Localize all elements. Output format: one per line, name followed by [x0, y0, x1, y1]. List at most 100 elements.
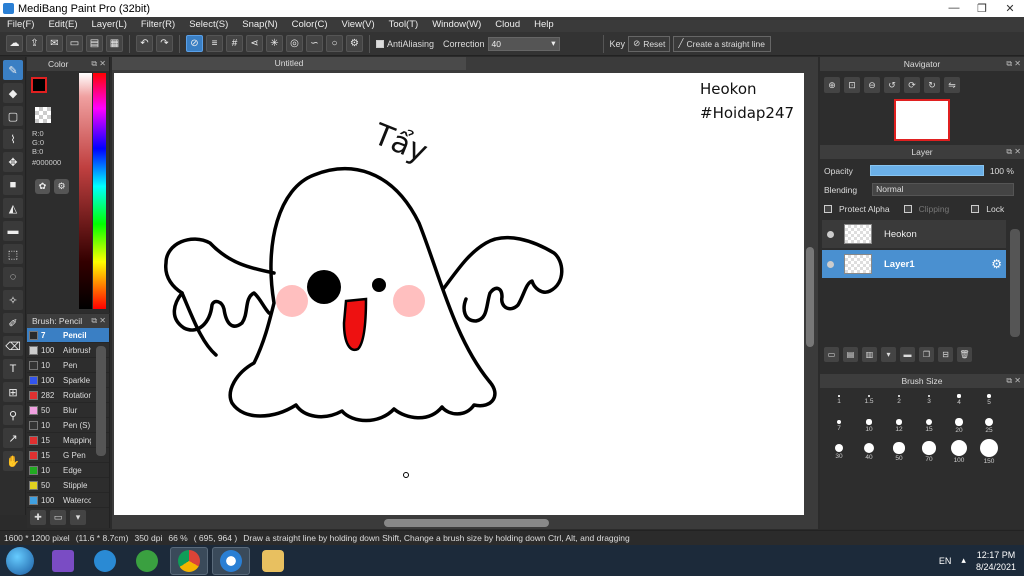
panel-close-icon[interactable]: ⧉ ✕: [91, 59, 106, 69]
flip-icon[interactable]: ⇋: [944, 77, 960, 93]
eye-icon[interactable]: [827, 260, 834, 268]
correction-select[interactable]: 40 ▾: [487, 36, 560, 51]
palette-icon[interactable]: ✿: [35, 179, 50, 194]
taskbar-internet-explorer[interactable]: [86, 547, 124, 575]
brush-size-option[interactable]: 10: [854, 413, 884, 439]
new-layer-icon[interactable]: ▭: [824, 347, 839, 362]
brush-size-option[interactable]: 5: [974, 387, 1004, 413]
panel-close-icon[interactable]: ⧉ ✕: [1006, 59, 1021, 69]
menu-window[interactable]: Window(W): [425, 19, 488, 30]
rotate-right-icon[interactable]: ↻: [924, 77, 940, 93]
maximize-button[interactable]: ❐: [968, 2, 996, 15]
redo-icon[interactable]: ↷: [156, 35, 173, 52]
clipping-checkbox[interactable]: [903, 205, 912, 213]
color-settings-icon[interactable]: ⚙: [54, 179, 69, 194]
eye-icon[interactable]: [827, 230, 834, 238]
menu-view[interactable]: View(V): [335, 19, 382, 30]
brush-file-icon[interactable]: ▭: [50, 510, 66, 525]
fill-rect-tool-icon[interactable]: ■: [3, 175, 23, 195]
menu-select[interactable]: Select(S): [182, 19, 235, 30]
blending-select[interactable]: Normal: [872, 183, 1015, 196]
menu-layer[interactable]: Layer(L): [85, 19, 134, 30]
hex-value[interactable]: #000000: [32, 158, 61, 167]
straight-line-button[interactable]: ╱ Create a straight line: [673, 35, 772, 52]
tray-expand-icon[interactable]: ▴: [961, 555, 966, 566]
brush-size-option[interactable]: 70: [914, 439, 944, 465]
taskbar-medibang[interactable]: [212, 546, 250, 575]
layer-list-scrollbar[interactable]: [1010, 229, 1020, 337]
antialiasing-toggle[interactable]: AntiAliasing: [376, 39, 434, 49]
scroll-thumb[interactable]: [806, 247, 814, 347]
menu-tool[interactable]: Tool(T): [382, 19, 426, 30]
folder-icon[interactable]: ▬: [900, 347, 915, 362]
taskbar-chrome[interactable]: [170, 546, 208, 575]
layer-item-heokon[interactable]: Heokon: [822, 220, 1006, 248]
taskbar-coc-coc[interactable]: [128, 547, 166, 575]
snap-circle-icon[interactable]: ◎: [286, 35, 303, 52]
magic-wand-tool-icon[interactable]: ✧: [3, 290, 23, 310]
brush-size-option[interactable]: 2: [884, 387, 914, 413]
brush-size-option[interactable]: 12: [884, 413, 914, 439]
menu-color[interactable]: Color(C): [285, 19, 335, 30]
gradient-tool-icon[interactable]: ▬: [3, 221, 23, 241]
snap-ellipse-icon[interactable]: ○: [326, 35, 343, 52]
snap-parallel-icon[interactable]: ≡: [206, 35, 223, 52]
merge-layer-icon[interactable]: ⊟: [938, 347, 953, 362]
cloud-icon[interactable]: ☁: [6, 35, 23, 52]
windows-start-icon[interactable]: [6, 546, 34, 575]
brush-item[interactable]: 50 Stipple: [27, 478, 109, 493]
snap-grid-icon[interactable]: #: [226, 35, 243, 52]
brush-size-option[interactable]: 40: [854, 439, 884, 465]
taskbar-paint[interactable]: [254, 547, 292, 575]
reset-button[interactable]: ⊘ Reset: [628, 35, 671, 52]
document-tab[interactable]: Untitled: [112, 57, 466, 70]
canvas-horizontal-scrollbar[interactable]: [114, 517, 804, 529]
menu-file[interactable]: File(F): [0, 19, 41, 30]
taskbar-visual-studio[interactable]: [44, 547, 82, 575]
brush-size-option[interactable]: 1.5: [854, 387, 884, 413]
layer-item-layer1[interactable]: Layer1 ⚙: [822, 250, 1006, 278]
menu-edit[interactable]: Edit(E): [41, 19, 84, 30]
hand-tool-icon[interactable]: ✋: [3, 451, 23, 471]
snap-perspective-icon[interactable]: ⋖: [246, 35, 263, 52]
menu-filter[interactable]: Filter(R): [134, 19, 182, 30]
rotate-reset-icon[interactable]: ⟳: [904, 77, 920, 93]
brush-size-option[interactable]: 150: [974, 439, 1004, 465]
language-indicator[interactable]: EN: [939, 556, 952, 566]
zoom-out-icon[interactable]: ⊖: [864, 77, 880, 93]
duplicate-layer-icon[interactable]: ❐: [919, 347, 934, 362]
chat-icon[interactable]: ✉: [46, 35, 63, 52]
operation-tool-icon[interactable]: ↗: [3, 428, 23, 448]
minimize-button[interactable]: —: [940, 2, 968, 15]
brush-size-option[interactable]: 100: [944, 439, 974, 465]
new-8bit-layer-icon[interactable]: ▥: [862, 347, 877, 362]
close-button[interactable]: ✕: [996, 2, 1024, 15]
transparent-color-swatch[interactable]: [35, 107, 51, 123]
scroll-thumb[interactable]: [384, 519, 549, 527]
select-eraser-tool-icon[interactable]: ⌫: [3, 336, 23, 356]
brush-size-option[interactable]: 3: [914, 387, 944, 413]
brush-size-option[interactable]: 1: [824, 387, 854, 413]
text-tool-icon[interactable]: T: [3, 359, 23, 379]
antialiasing-checkbox[interactable]: [376, 40, 384, 49]
snap-curve-icon[interactable]: ∽: [306, 35, 323, 52]
shape-tool-icon[interactable]: ▢: [3, 106, 23, 126]
dot-tool-icon[interactable]: ⌇: [3, 129, 23, 149]
save-icon[interactable]: ▤: [86, 35, 103, 52]
drawing-canvas[interactable]: Tẩy Heokon #Hoidap247: [114, 73, 804, 515]
navigator-preview[interactable]: [894, 99, 950, 141]
brush-item[interactable]: 100 Watercolor: [27, 493, 109, 508]
lock-checkbox[interactable]: [971, 205, 980, 213]
move-tool-icon[interactable]: ✥: [3, 152, 23, 172]
menu-snap[interactable]: Snap(N): [235, 19, 284, 30]
divide-tool-icon[interactable]: ⊞: [3, 382, 23, 402]
opacity-slider[interactable]: [869, 165, 984, 176]
share-icon[interactable]: ⇪: [26, 35, 43, 52]
brush-list-scrollbar[interactable]: [96, 346, 106, 456]
zoom-in-icon[interactable]: ⊕: [824, 77, 840, 93]
lasso-tool-icon[interactable]: ◌: [3, 267, 23, 287]
protect-alpha-checkbox[interactable]: [824, 205, 832, 213]
foreground-color-swatch[interactable]: [31, 77, 47, 93]
brush-size-option[interactable]: 15: [914, 413, 944, 439]
eraser-tool-icon[interactable]: ◆: [3, 83, 23, 103]
